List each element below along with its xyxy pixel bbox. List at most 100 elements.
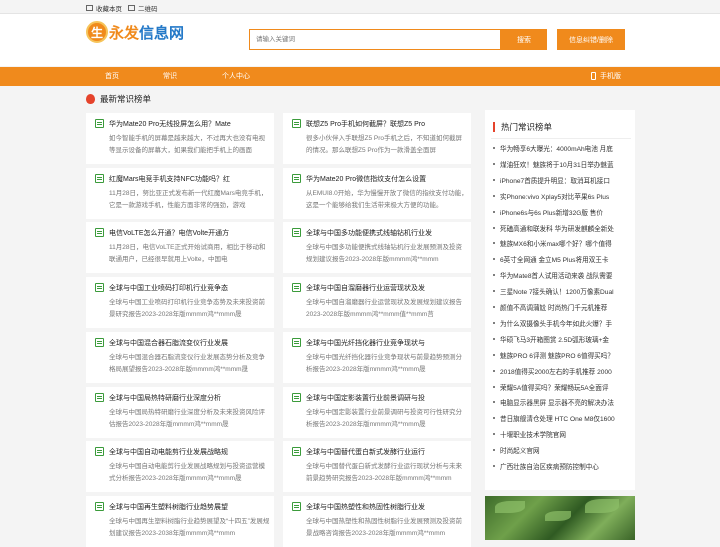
- article-summary: 全球与中国自溜磨器行业运营现状及发展规划建议报告2023-2028年版mmmm鸿…: [306, 299, 462, 319]
- rank-item[interactable]: 魅族MX6和小米max哪个好？哪个值得: [493, 238, 631, 248]
- rank-item[interactable]: 实Phone:vivo Xplay5对比苹果6s Plus: [493, 191, 631, 201]
- rank-item-label: 煤油狂欢！魅族将于10月31日举办魅蓝: [500, 161, 614, 169]
- article-title[interactable]: 全球与中国自动电能剪行业发展战略规: [109, 447, 271, 457]
- rank-item[interactable]: 三星Note 7接头确认！1200万像素Dual: [493, 286, 631, 296]
- rank-item[interactable]: 魅族PRO 6评测 魅族PRO 6值得买吗？: [493, 350, 631, 360]
- article-title[interactable]: 华为Mate20 Pro无线投屏怎么用？Mate: [109, 119, 271, 129]
- bullet-icon: [493, 274, 495, 277]
- nav-user-center[interactable]: 个人中心: [222, 71, 250, 81]
- bullet-icon: [493, 321, 495, 324]
- article-summary: 很多小伙伴入手联想Z5 Pro手机之后，不知道如何截屏的情况。那么联想Z5 Pr…: [306, 135, 463, 154]
- main-nav: 首页 常识 个人中心 手机版: [0, 67, 720, 86]
- rank-item[interactable]: 2018值得买2000左右的手机推荐 2000: [493, 366, 631, 376]
- article-card[interactable]: 全球与中国多功能便携式线轴钻机行业发 全球与中国多功能便携式线轴钻机行业发展预测及…: [283, 222, 471, 274]
- article-card[interactable]: 全球与中国自溜磨器行业运营现状及发全球与中国自溜磨器行业运营现状及发展规划建议报…: [283, 277, 471, 329]
- bookmark-icon: [86, 5, 93, 11]
- leaf-shape: [495, 501, 525, 513]
- article-card[interactable]: 电信VoLTE怎么开通？电信Volte开通方 11月28日，电信VoLTE正式开始…: [86, 222, 274, 274]
- article-icon: [95, 501, 104, 511]
- rank-item[interactable]: 昔日旗舰清仓处理 HTC One M8仅1600: [493, 413, 631, 423]
- rank-item[interactable]: 时尚起义官网: [493, 445, 631, 455]
- rank-item[interactable]: 华硕飞马3开箱图赏 2.5D弧形玻璃+金: [493, 334, 631, 344]
- rank-item[interactable]: 十堰职业技术学院官网: [493, 429, 631, 439]
- article-icon: [292, 228, 301, 238]
- bullet-icon: [493, 385, 495, 388]
- article-title[interactable]: 联想Z5 Pro手机如何截屏？联想Z5 Pro: [306, 119, 468, 129]
- article-card[interactable]: 华为Mate20 Pro无线投屏怎么用？Mate 如今智能手机的屏幕是越来越大，不…: [86, 113, 274, 164]
- article-icon: [292, 337, 301, 347]
- article-icon: [95, 337, 104, 347]
- rank-item[interactable]: 6英寸全网通 金立M5 Plus将用双王卡: [493, 254, 631, 264]
- logo-text-b: 信息网: [139, 23, 185, 42]
- article-title[interactable]: 全球与中国多功能便携式线轴钻机行业发: [306, 228, 468, 238]
- rank-item-label: 为什么双摄像头手机今年如此火爆？手: [500, 320, 613, 328]
- sidebar-title-text: 热门常识榜单: [501, 122, 553, 132]
- article-card[interactable]: 全球与中国热塑性和热固性树脂行业发 全球与中国热塑性和热固性树脂行业发展预测及投资…: [283, 495, 471, 547]
- rank-item[interactable]: 颜值不高调蒲尬 时尚热门千元机推荐: [493, 302, 631, 312]
- bullet-icon: [493, 242, 495, 245]
- search-button[interactable]: 搜索: [501, 29, 547, 50]
- article-title[interactable]: 全球与中国光纤挡化器行业竞争现状与: [306, 338, 468, 348]
- article-title[interactable]: 全球与中国热塑性和热固性树脂行业发: [306, 502, 468, 512]
- rank-item-label: 华为Mate8首人试用活动来袭 战队需要: [500, 273, 613, 281]
- article-title[interactable]: 红魔Mars电竞手机支持NFC功能吗？红: [109, 174, 271, 184]
- logo-text-a: 永发: [109, 23, 140, 42]
- article-summary: 全球与中国自动电能剪行业发展战略规划与投资运营模式分析报告2023-2028年版…: [109, 463, 265, 483]
- favorite-label: 收藏本页: [96, 6, 122, 13]
- rank-item[interactable]: 荣耀5A值得买吗？荣耀畅玩5A全面评: [493, 382, 631, 392]
- article-summary: 全球与中国替代蛋白新式发酵行业运行现状分析与未来前景趋势研究报告2023-202…: [306, 463, 462, 483]
- rank-item[interactable]: 华为畅享6大曝光：4000mAh电池 月底: [493, 143, 631, 153]
- article-card[interactable]: 全球与中国再生塑料树脂行业趋势展望 全球与中国再生塑料树脂行业趋势展望及“十四五”…: [86, 495, 274, 547]
- article-summary: 从EMUI8.0开始，华为慢慢开放了微信的指纹支付功能，这是一个能够给我们生活带…: [306, 189, 468, 209]
- article-title[interactable]: 全球与中国混合器石脂流变仪行业发展: [109, 338, 271, 348]
- article-title[interactable]: 全球与中国定影装置行业前景调研与投: [306, 393, 468, 403]
- qrcode-link[interactable]: 二维码: [128, 3, 158, 13]
- favorite-link[interactable]: 收藏本页: [86, 3, 122, 13]
- article-title[interactable]: 全球与中国再生塑料树脂行业趋势展望: [109, 502, 271, 512]
- top-bar: 收藏本页 二维码: [0, 0, 720, 14]
- article-card[interactable]: 联想Z5 Pro手机如何截屏？联想Z5 Pro 很多小伙伴入手联想Z5 Pro手机…: [283, 113, 471, 164]
- article-title[interactable]: 电信VoLTE怎么开通？电信Volte开通方: [109, 228, 271, 238]
- rank-item-label: 魅族PRO 6评测 魅族PRO 6值得买吗？: [500, 352, 614, 360]
- nav-home[interactable]: 首页: [105, 71, 119, 81]
- logo-text: 永发信息网: [109, 22, 184, 43]
- article-card[interactable]: 全球与中国自动电能剪行业发展战略规全球与中国自动电能剪行业发展战略规划与投资运营…: [86, 441, 274, 493]
- rank-item[interactable]: 为什么双摄像头手机今年如此火爆？手: [493, 318, 631, 328]
- rank-item[interactable]: 死磕高通和联发科 华为研发麒麟全新处: [493, 223, 631, 233]
- rank-item[interactable]: 电脑显示器黑屏 显示器不亮的解决办法: [493, 397, 631, 407]
- article-card[interactable]: 全球与中国工业喷码打印机行业竞争态 全球与中国工业喷码打印机行业竞争态势及未来投资…: [86, 277, 274, 329]
- article-card[interactable]: 全球与中国替代蛋白新式发酵行业运行全球与中国替代蛋白新式发酵行业运行现状分析与未…: [283, 441, 471, 493]
- title-bar-accent: [493, 122, 495, 132]
- article-card[interactable]: 全球与中国局热特研磨行业深度分析 全球与中国局热特研磨行业深度分析及未来投资风险评…: [86, 386, 274, 438]
- search-input[interactable]: [250, 30, 500, 49]
- article-card[interactable]: 全球与中国定影装置行业前景调研与投 全球与中国定影装置行业前景调研与投资可行性研究…: [283, 386, 471, 438]
- rank-item-label: 华为畅享6大曝光：4000mAh电池 月底: [500, 146, 613, 153]
- article-card[interactable]: 红魔Mars电竞手机支持NFC功能吗？红 11月28日，努比亚正式发布新一代红魔M…: [86, 167, 274, 219]
- rank-item[interactable]: iPhone6s与6s Plus新增32G版 售价: [493, 207, 631, 217]
- rank-item-label: 2018值得买2000左右的手机推荐 2000: [500, 368, 612, 376]
- rank-item[interactable]: 煤油狂欢！魅族将于10月31日举办魅蓝: [493, 159, 631, 169]
- feedback-button[interactable]: 信息纠错/删除: [557, 29, 625, 50]
- article-icon: [292, 283, 301, 293]
- article-icon: [292, 173, 301, 183]
- article-title[interactable]: 全球与中国自溜磨器行业运营现状及发: [306, 283, 468, 293]
- mobile-link[interactable]: 手机版: [591, 71, 621, 81]
- bullet-icon: [493, 353, 495, 356]
- rank-item[interactable]: 广西壮族自治区疾病预防控制中心: [493, 461, 631, 471]
- article-card[interactable]: 全球与中国混合器石脂流变仪行业发展 全球与中国混合器石脂流变仪行业发展态势分析及竞…: [86, 331, 274, 383]
- article-title[interactable]: 华为Mate20 Pro微信指纹支付怎么设置: [306, 174, 468, 184]
- rank-item-label: 6英寸全网通 金立M5 Plus将用双王卡: [500, 257, 609, 265]
- site-logo[interactable]: 生 永发信息网: [86, 21, 184, 43]
- bullet-icon: [493, 194, 495, 197]
- article-title[interactable]: 全球与中国替代蛋白新式发酵行业运行: [306, 447, 468, 457]
- rank-item[interactable]: 华为Mate8首人试用活动来袭 战队需要: [493, 270, 631, 280]
- article-title[interactable]: 全球与中国工业喷码打印机行业竞争态: [109, 283, 271, 293]
- qrcode-label: 二维码: [138, 6, 158, 13]
- rank-item[interactable]: iPhone7首质提升明显：取消耳机接口: [493, 175, 631, 185]
- article-card[interactable]: 全球与中国光纤挡化器行业竞争现状与 全球与中国光纤挡化器行业竞争现状与前景趋势预测…: [283, 331, 471, 383]
- bullet-icon: [493, 465, 495, 467]
- nav-knowledge[interactable]: 常识: [163, 71, 177, 81]
- article-icon: [95, 283, 104, 293]
- article-card[interactable]: 华为Mate20 Pro微信指纹支付怎么设置从EMUI8.0开始，华为慢慢开放了…: [283, 167, 471, 219]
- article-title[interactable]: 全球与中国局热特研磨行业深度分析: [109, 393, 271, 403]
